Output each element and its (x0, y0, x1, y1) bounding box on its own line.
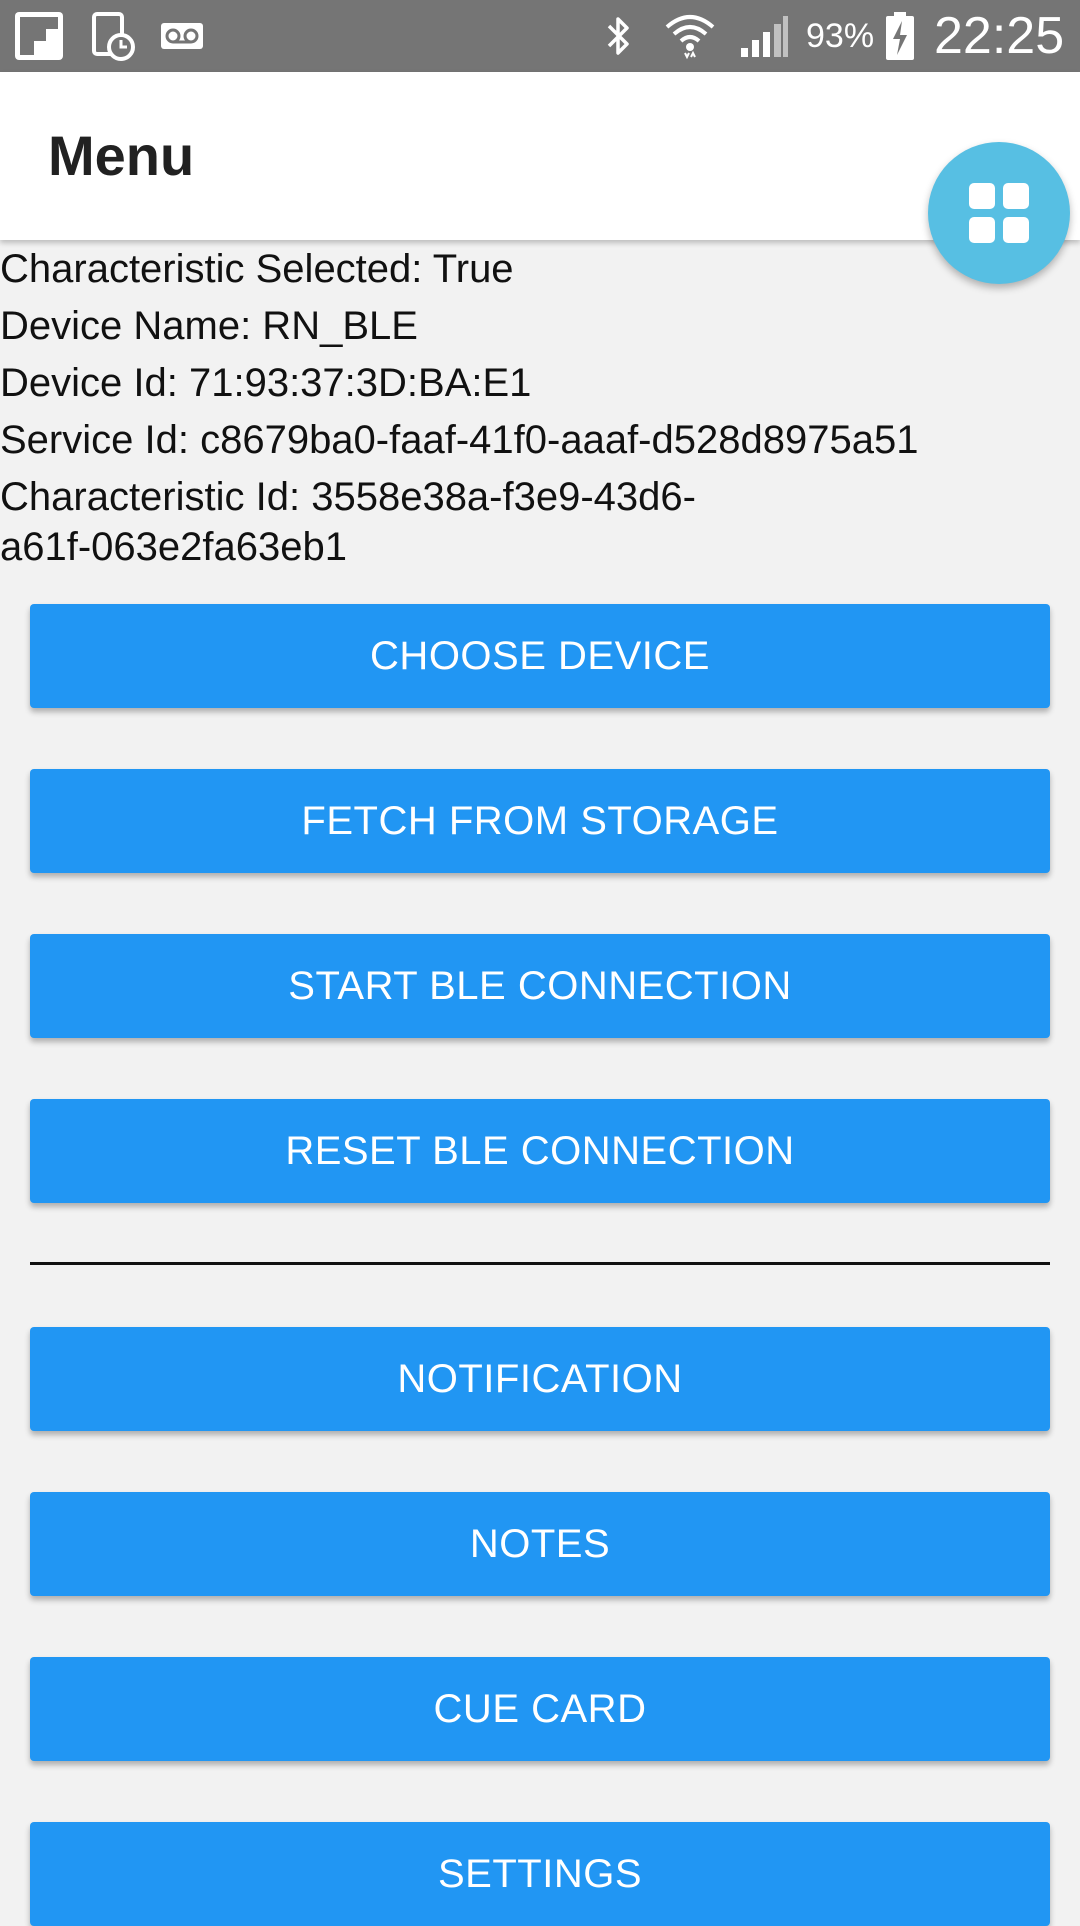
battery-charging-icon (882, 0, 918, 72)
cue-card-button[interactable]: CUE CARD (30, 1657, 1050, 1761)
bluetooth-icon (596, 0, 640, 72)
service-id-text: Service Id: c8679ba0-faaf-41f0-aaaf-d528… (0, 418, 919, 462)
fetch-from-storage-button[interactable]: FETCH FROM STORAGE (30, 769, 1050, 873)
notes-button[interactable]: NOTES (30, 1492, 1050, 1596)
battery-percent: 93% (806, 17, 875, 55)
clock-time: 22:25 (934, 7, 1065, 65)
reset-ble-connection-button[interactable]: RESET BLE CONNECTION (30, 1099, 1050, 1203)
status-bar: 93% 22:25 (0, 0, 1080, 72)
device-info: Characteristic Selected: True Device Nam… (0, 244, 1010, 572)
app-bar: Menu (0, 72, 1080, 240)
divider (30, 1262, 1050, 1265)
device-name-text: Device Name: RN_BLE (0, 304, 418, 348)
wifi-icon (662, 0, 718, 72)
characteristic-id-text: Characteristic Id: 3558e38a-f3e9-43d6-a6… (0, 475, 696, 569)
notification-button[interactable]: NOTIFICATION (30, 1327, 1050, 1431)
fab-menu-button[interactable] (928, 142, 1070, 284)
start-ble-connection-button[interactable]: START BLE CONNECTION (30, 934, 1050, 1038)
settings-button[interactable]: SETTINGS (30, 1822, 1050, 1926)
choose-device-button[interactable]: CHOOSE DEVICE (30, 604, 1050, 708)
alarm-clock-icon (90, 0, 138, 72)
cellular-signal-icon (738, 0, 790, 72)
voicemail-icon (158, 0, 206, 72)
flipboard-icon (12, 0, 66, 72)
page-title: Menu (48, 124, 195, 187)
grid-apps-icon (969, 183, 1029, 243)
characteristic-selected-text: Characteristic Selected: True (0, 247, 514, 291)
device-id-text: Device Id: 71:93:37:3D:BA:E1 (0, 361, 532, 405)
